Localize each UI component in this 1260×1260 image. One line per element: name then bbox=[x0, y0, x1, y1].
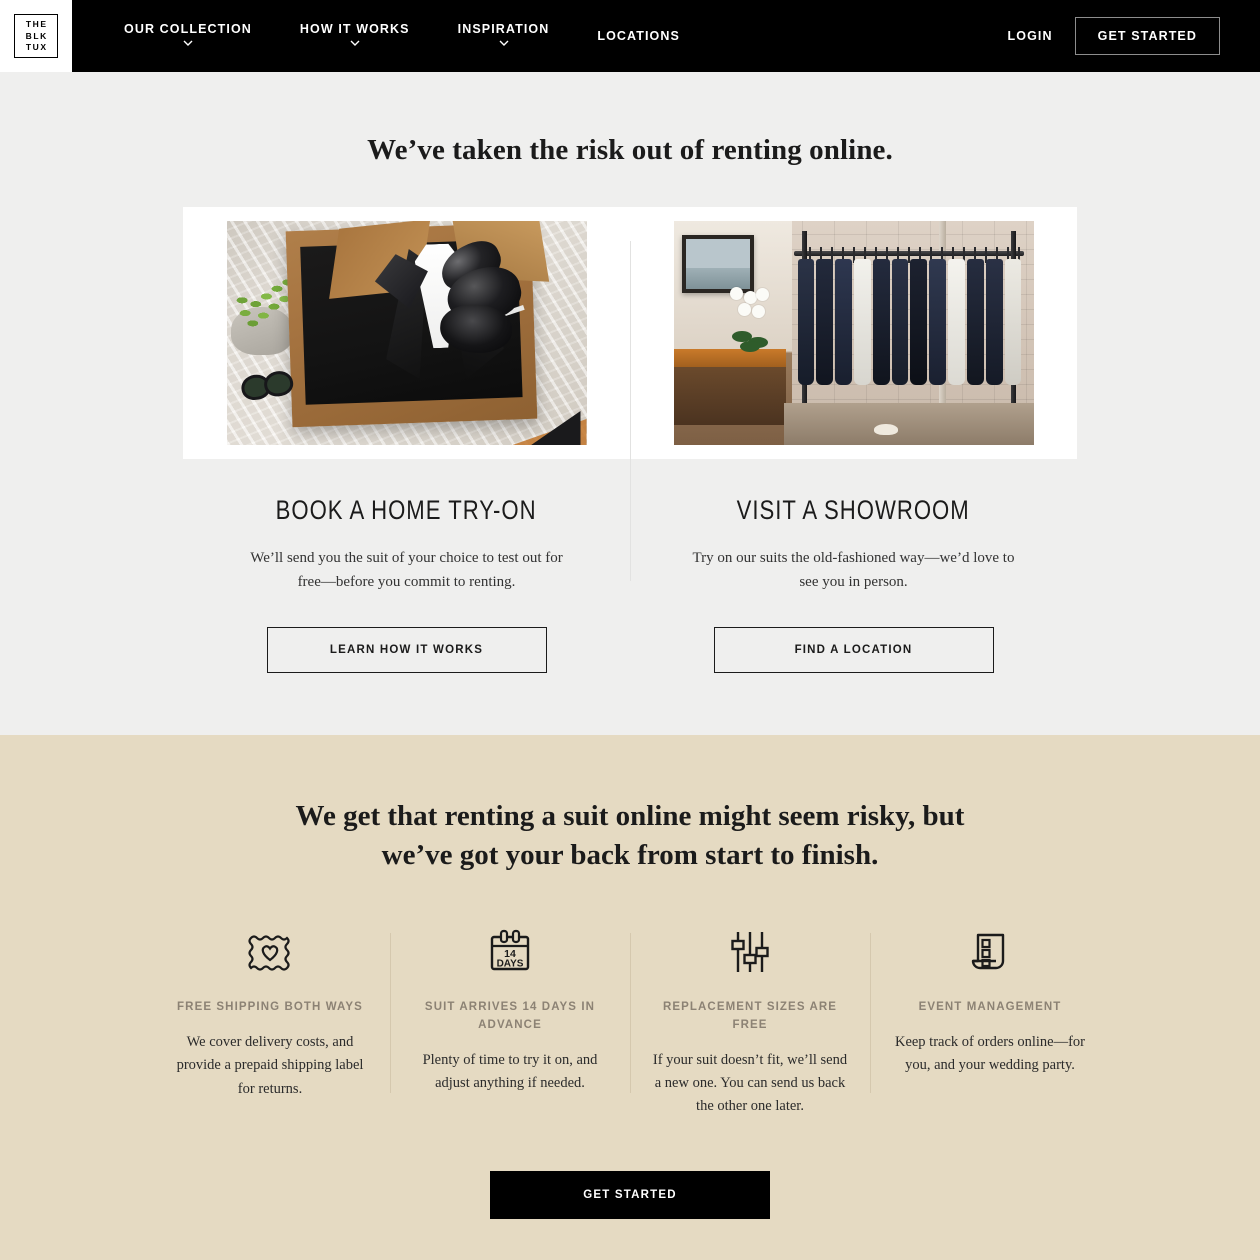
nav-item-locations[interactable]: LOCATIONS bbox=[573, 30, 704, 43]
login-link[interactable]: LOGIN bbox=[1008, 29, 1053, 43]
chevron-down-icon bbox=[499, 40, 509, 49]
feature-text: Keep track of orders online—for you, and… bbox=[894, 1033, 1086, 1074]
calendar-14-days-icon: 14 DAYS bbox=[486, 927, 534, 977]
site-header: THE BLK TUX OUR COLLECTION HOW IT WORKS … bbox=[0, 0, 1260, 72]
card-image-frame bbox=[630, 207, 1077, 459]
feature-replacement-sizes: REPLACEMENT SIZES ARE FREE If your suit … bbox=[630, 927, 870, 1119]
feature-text: If your suit doesn’t fit, we’ll send a n… bbox=[652, 1051, 848, 1115]
feature-label: EVENT MANAGEMENT bbox=[918, 1000, 1062, 1013]
home-try-on-photo bbox=[226, 221, 587, 445]
feature-text: Plenty of time to try it on, and adjust … bbox=[422, 1051, 598, 1091]
chevron-down-icon bbox=[350, 40, 360, 49]
nav-item-inspiration[interactable]: INSPIRATION bbox=[434, 23, 574, 50]
feature-suit-arrives-14-days: 14 DAYS SUIT ARRIVES 14 DAYS IN ADVANCE … bbox=[390, 927, 630, 1119]
find-a-location-button[interactable]: FIND A LOCATION bbox=[713, 626, 994, 673]
learn-how-it-works-button[interactable]: LEARN HOW IT WORKS bbox=[266, 626, 547, 673]
nav-item-how-it-works[interactable]: HOW IT WORKS bbox=[276, 23, 434, 50]
feature-label: SUIT ARRIVES 14 DAYS IN ADVANCE bbox=[424, 1000, 596, 1031]
logo-link[interactable]: THE BLK TUX bbox=[0, 0, 72, 72]
feature-label: FREE SHIPPING BOTH WAYS bbox=[177, 1000, 363, 1013]
risk-section: We’ve taken the risk out of renting onli… bbox=[0, 72, 1260, 735]
chevron-down-icon bbox=[183, 40, 193, 49]
stamp-heart-icon bbox=[246, 927, 294, 977]
risk-section-title: We’ve taken the risk out of renting onli… bbox=[367, 134, 893, 166]
guarantee-title-line-1: We get that renting a suit online might … bbox=[295, 799, 965, 832]
card-divider bbox=[630, 241, 631, 581]
feature-free-shipping: FREE SHIPPING BOTH WAYS We cover deliver… bbox=[150, 927, 390, 1119]
nav-label: OUR COLLECTION bbox=[124, 21, 252, 36]
nav-item-our-collection[interactable]: OUR COLLECTION bbox=[100, 23, 276, 50]
nav-label: HOW IT WORKS bbox=[299, 21, 410, 36]
card-visit-showroom: VISIT A SHOWROOM Try on our suits the ol… bbox=[630, 207, 1077, 673]
main-navigation: OUR COLLECTION HOW IT WORKS INSPIRATION … bbox=[100, 23, 704, 50]
feature-text: We cover delivery costs, and provide a p… bbox=[176, 1033, 364, 1097]
card-description: We’ll send you the suit of your choice t… bbox=[250, 550, 563, 591]
the-blk-tux-logo: THE BLK TUX bbox=[14, 14, 58, 58]
nav-label: INSPIRATION bbox=[457, 21, 550, 36]
guarantee-cta-wrap: GET STARTED bbox=[0, 1170, 1260, 1260]
logo-line-1: THE bbox=[25, 19, 48, 30]
feature-list: FREE SHIPPING BOTH WAYS We cover deliver… bbox=[0, 927, 1260, 1119]
checklist-document-icon bbox=[967, 927, 1013, 977]
card-description: Try on our suits the old-fashioned way—w… bbox=[692, 550, 1015, 591]
header-get-started-button[interactable]: GET STARTED bbox=[1074, 17, 1220, 55]
calendar-unit: DAYS bbox=[497, 958, 524, 969]
card-home-try-on: BOOK A HOME TRY-ON We’ll send you the su… bbox=[183, 207, 630, 673]
card-image-frame bbox=[183, 207, 630, 459]
feature-event-management: EVENT MANAGEMENT Keep track of orders on… bbox=[870, 927, 1110, 1119]
sliders-icon bbox=[726, 927, 774, 977]
showroom-photo bbox=[673, 221, 1034, 445]
guarantee-get-started-button[interactable]: GET STARTED bbox=[490, 1170, 770, 1219]
header-actions: LOGIN GET STARTED bbox=[1008, 17, 1260, 55]
card-title: VISIT A SHOWROOM bbox=[736, 495, 971, 525]
logo-line-2: BLK bbox=[25, 30, 48, 41]
guarantee-section-title: We get that renting a suit online might … bbox=[0, 797, 1260, 875]
option-cards: BOOK A HOME TRY-ON We’ll send you the su… bbox=[0, 207, 1260, 673]
guarantee-title-line-2: we’ve got your back from start to finish… bbox=[381, 838, 879, 871]
card-title: BOOK A HOME TRY-ON bbox=[276, 495, 537, 525]
logo-line-3: TUX bbox=[25, 42, 48, 53]
guarantee-section: We get that renting a suit online might … bbox=[0, 734, 1260, 1260]
nav-label: LOCATIONS bbox=[597, 28, 680, 43]
feature-label: REPLACEMENT SIZES ARE FREE bbox=[662, 1000, 838, 1031]
